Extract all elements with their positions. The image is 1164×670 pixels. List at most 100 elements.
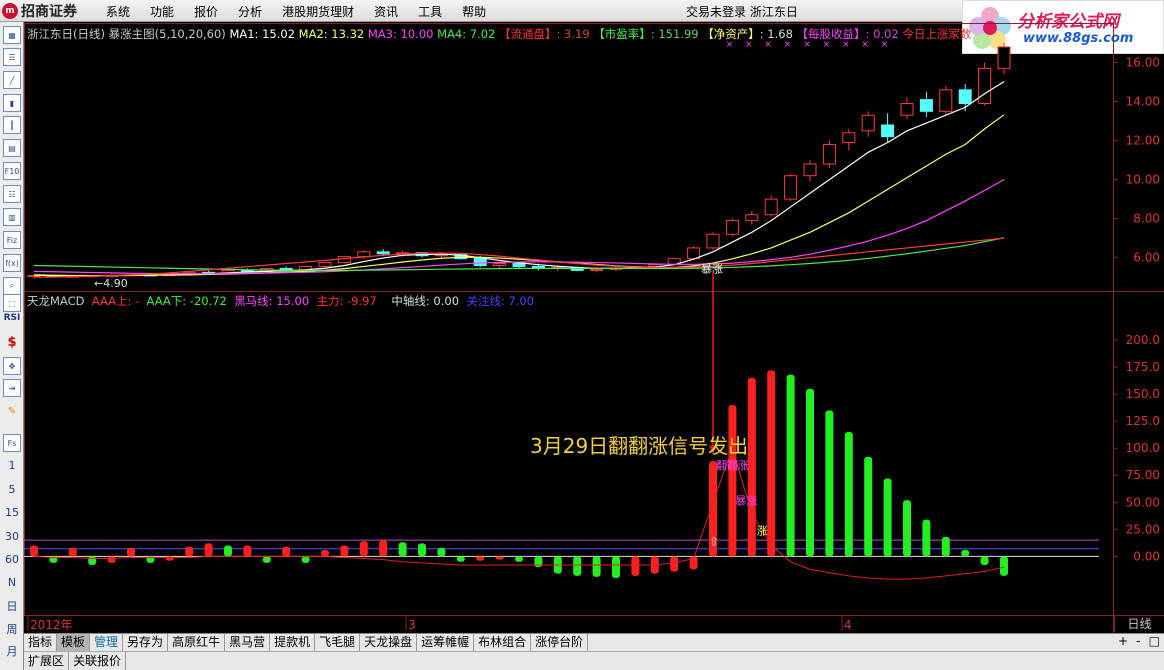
rsi-icon[interactable]: RSI [3, 309, 21, 327]
doc-icon[interactable]: ▤ [3, 139, 21, 157]
candle-body [745, 214, 759, 222]
macd-bar [612, 556, 620, 578]
macd-bar [534, 556, 543, 568]
nav-value: : 1.68 [759, 27, 793, 41]
export-icon[interactable]: ⇥ [3, 379, 21, 397]
menu-item-3[interactable]: 分析 [228, 3, 272, 20]
indicator-name[interactable]: 暴涨主图(5,10,20,60) [109, 27, 226, 41]
candle-body [376, 251, 390, 255]
dollar-icon[interactable]: $ [3, 333, 21, 351]
period-button-4[interactable]: 60 [3, 550, 21, 568]
f10-icon[interactable]: F10 [3, 162, 21, 180]
candle-body [958, 89, 972, 104]
bottom-tab-8[interactable]: 天龙操盘 [360, 634, 418, 651]
macd-bar [806, 388, 814, 557]
list-icon[interactable]: ☰ [3, 48, 21, 66]
bottom-tab-4[interactable]: 高原红牛 [168, 634, 226, 651]
candle-body [784, 175, 798, 200]
macd-bar [941, 536, 950, 557]
report-icon[interactable]: ▥ [3, 208, 21, 226]
period-button-0[interactable]: 1 [3, 456, 21, 474]
candle-body [590, 268, 604, 271]
period-button-5[interactable]: N [3, 573, 21, 591]
macd-bar [398, 542, 407, 557]
macd-bar [864, 456, 873, 557]
sub-indicator-name[interactable]: 天龙MACD [27, 294, 84, 308]
heima-value: 黑马线: 15.00 [234, 294, 310, 308]
period-button-1[interactable]: 5 [3, 480, 21, 498]
f10-alt-icon[interactable]: f(x) [3, 254, 21, 272]
sub-y-tick-label: 50.00 [1126, 495, 1160, 509]
pen-icon[interactable]: ✎ [3, 402, 21, 420]
float-value: : 3.19 [556, 27, 590, 41]
menu-item-2[interactable]: 报价 [184, 3, 228, 20]
macd-bar [922, 519, 931, 557]
bottom-tab-bar: 指标 模板 管理 另存为 高原红牛 黑马营 提款机 飞毛腿 天龙操盘 运筹帷幄 布林组合 涨停台阶 [24, 633, 1164, 651]
pe-value: : 151.99 [650, 27, 699, 41]
period-label[interactable]: 日线 [1114, 615, 1164, 632]
zoom-in-button[interactable]: + [1118, 634, 1128, 650]
menu-item-5[interactable]: 资讯 [364, 3, 408, 20]
macd-bar [379, 540, 388, 557]
candle-body [764, 198, 778, 216]
sub-y-tick-label: 150.0 [1126, 387, 1160, 401]
sub-y-tick-label: 0.00 [1133, 549, 1160, 563]
bottom-tab2-1[interactable]: 关联报价 [69, 652, 127, 670]
line-chart-icon[interactable]: ╱ [3, 71, 21, 89]
fs-icon[interactable]: Fs [3, 434, 21, 452]
period-button-7[interactable]: 周 [3, 620, 21, 638]
candle-body [725, 220, 739, 235]
macd-bar [903, 500, 911, 557]
macd-bar [88, 556, 97, 566]
candle-body [842, 132, 856, 144]
low-price-label: ←4.90 [94, 277, 128, 290]
bottom-tab-1[interactable]: 模板 [57, 634, 91, 651]
chart-area: 16.0014.0012.0010.008.006.00←4.90暴涨× × × × ×… [24, 23, 1164, 633]
search-icon[interactable]: ⌕ [3, 277, 21, 295]
bottom-tab-0[interactable]: 指标 [24, 634, 58, 651]
menu-item-7[interactable]: 帮助 [452, 3, 496, 20]
today-label: 今日上涨家数 [902, 27, 972, 41]
app-logo: m 招商证券 [2, 2, 77, 20]
menu-item-0[interactable]: 系统 [96, 3, 140, 20]
macd-bar [107, 556, 116, 563]
notes-icon[interactable]: ☷ [3, 185, 21, 203]
bottom-tab-10[interactable]: 布林组合 [474, 634, 532, 651]
period-button-2[interactable]: 15 [3, 503, 21, 521]
period-button-6[interactable]: 日 [3, 597, 21, 615]
macd-bar [592, 556, 601, 577]
fiz-icon[interactable]: Fiz [3, 231, 21, 249]
bottom-tab-7[interactable]: 飞毛腿 [315, 634, 361, 651]
bottom-tab2-0[interactable]: 扩展区 [24, 652, 70, 670]
bottom-tab-6[interactable]: 提款机 [270, 634, 316, 651]
macd-bar [1000, 556, 1008, 576]
maximize-button[interactable]: □ [1149, 634, 1160, 650]
zoom-controls: + - □ [1114, 634, 1164, 650]
menu-item-4[interactable]: 港股期货理财 [272, 3, 364, 20]
menu-item-1[interactable]: 功能 [140, 3, 184, 20]
move-icon[interactable]: ✥ [3, 357, 21, 375]
bottom-tab-3[interactable]: 另存为 [123, 634, 169, 651]
candle-body [512, 263, 526, 267]
macd-bar [30, 545, 38, 557]
bottom-tab-2[interactable]: 管理 [90, 634, 124, 651]
midline-value: 中轴线: 0.00 [391, 294, 460, 308]
grid-icon[interactable]: ▦ [3, 26, 21, 44]
candle-body [861, 114, 875, 132]
macd-bar [786, 374, 795, 557]
bar-chart-icon[interactable]: ▮ [3, 94, 21, 112]
period-button-8[interactable]: 月 [3, 642, 21, 660]
bottom-tab-11[interactable]: 涨停台阶 [531, 634, 589, 651]
menu-item-6[interactable]: 工具 [408, 3, 452, 20]
macd-bar [437, 547, 446, 557]
up-arrow-icon: ⇧ [709, 535, 719, 549]
eps-value: : 0.02 [865, 27, 899, 41]
sub-y-tick-label: 125.0 [1126, 414, 1160, 428]
bottom-tab-5[interactable]: 黑马营 [225, 634, 271, 651]
bottom-tab-9[interactable]: 运筹帷幄 [417, 634, 475, 651]
macd-bar [185, 546, 194, 557]
boom-signal-label: 暴涨 [701, 262, 723, 275]
candle-icon[interactable]: ┃ [3, 116, 21, 134]
period-button-3[interactable]: 30 [3, 527, 21, 545]
zoom-out-button[interactable]: - [1136, 634, 1140, 650]
